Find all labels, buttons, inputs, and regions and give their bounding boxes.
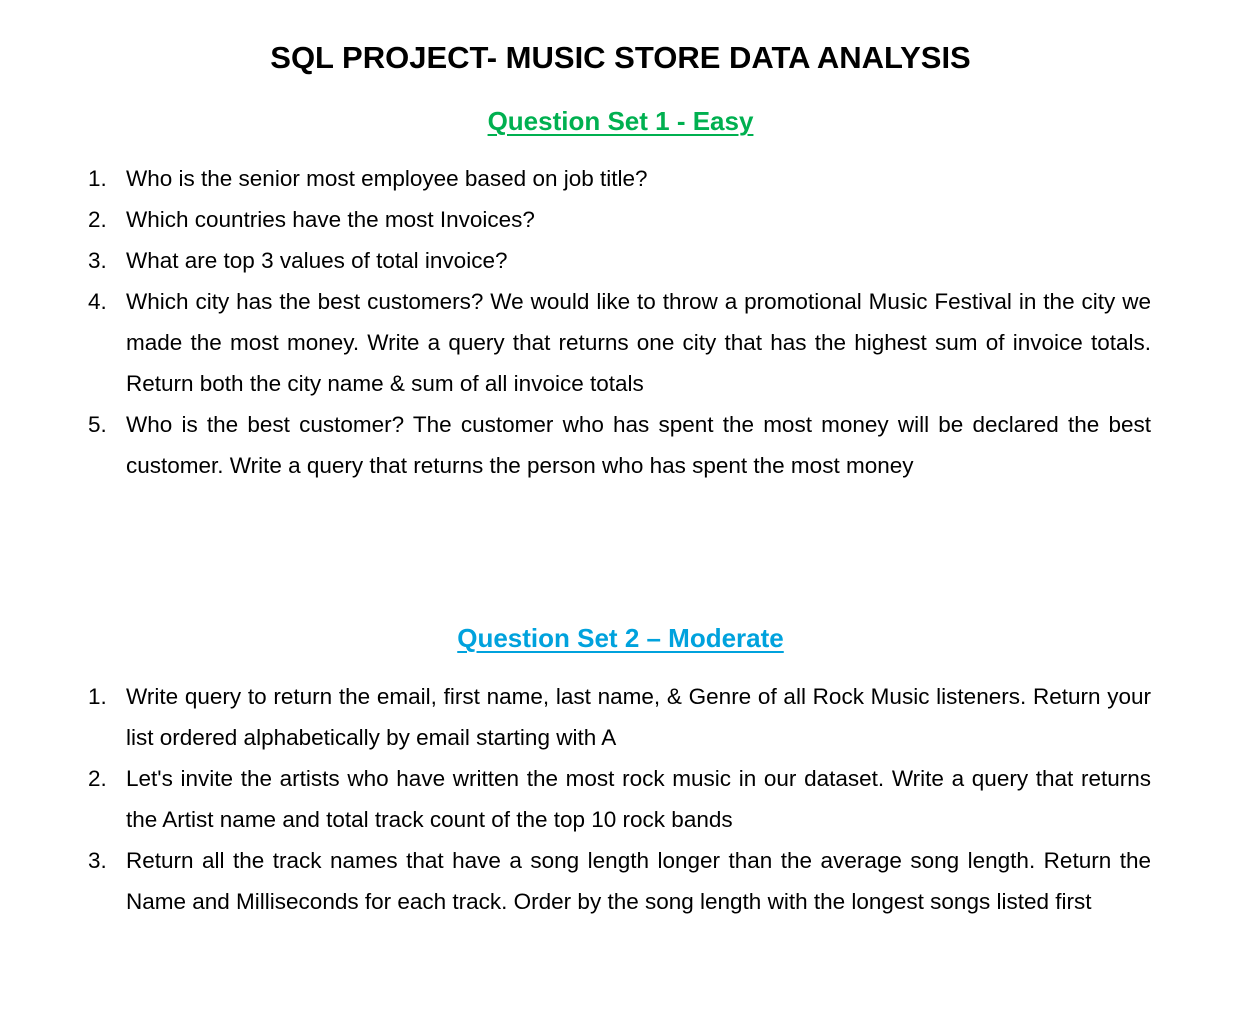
question-number: 2. [88,207,107,232]
question-text: Which city has the best customers? We wo… [126,289,1151,396]
section-heading-moderate-label: Question Set 2 – Moderate [457,623,784,653]
question-number: 5. [88,412,107,437]
question-number: 3. [88,248,107,273]
question-item: 3. Return all the track names that have … [88,840,1151,922]
document-page: SQL PROJECT- MUSIC STORE DATA ANALYSIS Q… [0,0,1241,1012]
question-item: 5. Who is the best customer? The custome… [88,404,1151,486]
question-item: 4. Which city has the best customers? We… [88,281,1151,404]
question-number: 4. [88,289,107,314]
question-item: 1. Who is the senior most employee based… [88,158,1151,199]
question-number: 3. [88,848,107,873]
question-text: What are top 3 values of total invoice? [126,248,508,273]
section-heading-easy-label: Question Set 1 - Easy [487,106,754,136]
question-text: Who is the senior most employee based on… [126,166,648,191]
section-heading-moderate: Question Set 2 – Moderate [0,620,1241,656]
question-text: Which countries have the most Invoices? [126,207,535,232]
question-text: Return all the track names that have a s… [126,848,1151,914]
question-list-moderate: 1. Write query to return the email, firs… [88,676,1151,922]
question-number: 1. [88,684,107,709]
question-item: 1. Write query to return the email, firs… [88,676,1151,758]
question-list-easy: 1. Who is the senior most employee based… [88,158,1151,486]
question-text: Write query to return the email, first n… [126,684,1151,750]
document-title: SQL PROJECT- MUSIC STORE DATA ANALYSIS [270,40,971,75]
question-item: 3. What are top 3 values of total invoic… [88,240,1151,281]
question-text: Who is the best customer? The customer w… [126,412,1151,478]
question-item: 2. Let's invite the artists who have wri… [88,758,1151,840]
question-item: 2. Which countries have the most Invoice… [88,199,1151,240]
question-text: Let's invite the artists who have writte… [126,766,1151,832]
section-heading-easy: Question Set 1 - Easy [0,103,1241,139]
question-number: 1. [88,166,107,191]
question-number: 2. [88,766,107,791]
